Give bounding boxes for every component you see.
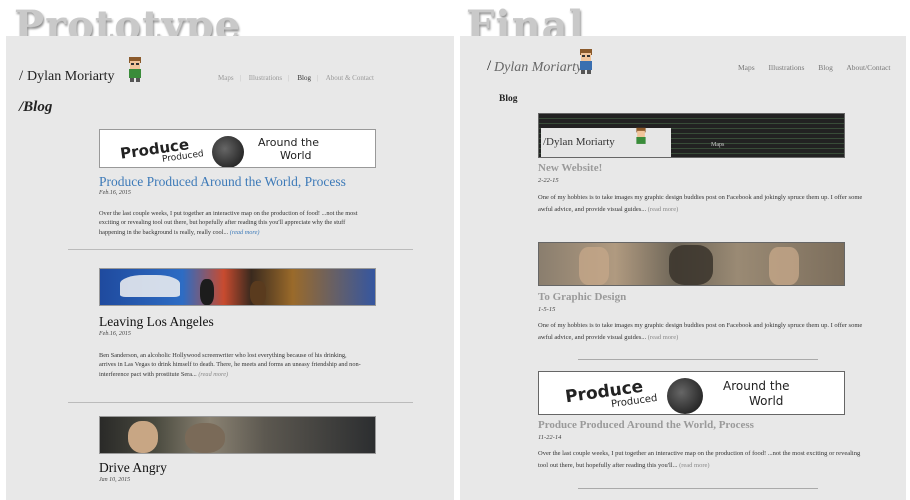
post-title[interactable]: Produce Produced Around the World, Proce… [99,174,346,190]
banner-word: Around the [723,379,790,393]
post-date: 1-5-15 [538,306,556,313]
read-more-link[interactable]: (read more) [198,371,228,378]
nav-about-contact[interactable]: About & Contact [326,74,374,82]
post-date: Feb.16, 2015 [99,190,131,196]
nav-blog[interactable]: Blog [297,74,311,82]
post-date: Feb.16, 2015 [99,331,131,337]
banner-word: World [749,394,784,408]
nav-maps[interactable]: Maps [738,63,755,72]
post-thumbnail-leaving-las-vegas[interactable] [99,268,376,306]
read-more-link[interactable]: (read more) [230,229,260,236]
nav-illustrations[interactable]: Illustrations [769,63,805,72]
post-excerpt: Over the last couple weeks, I put togeth… [99,210,358,236]
nav-blog[interactable]: Blog [818,63,833,72]
post-title[interactable]: Produce Produced Around the World, Proce… [538,419,754,431]
post-thumbnail-drive-angry[interactable] [99,416,376,454]
post-excerpt: One of my hobbies is to take images my g… [538,322,863,341]
nav-maps[interactable]: Maps [218,74,234,82]
post-title[interactable]: Drive Angry [99,460,167,476]
avatar-icon [636,127,646,144]
read-more-link[interactable]: (read more) [679,462,710,469]
globe-icon [667,378,703,414]
read-more-link[interactable]: (read more) [648,334,679,341]
post-title[interactable]: New Website! [538,162,602,174]
post-date: Jan 10, 2015 [99,477,131,483]
post-title[interactable]: Leaving Los Angeles [99,314,214,330]
post-divider [578,488,818,489]
read-more-link[interactable]: (read more) [648,206,679,213]
prototype-panel: / Dylan Moriarty Maps | Illustrations | Bl… [6,36,454,500]
post-divider [68,249,413,250]
final-panel: / Dylan Moriarty Maps Illustrations Blog… [460,36,906,500]
globe-icon [212,136,244,167]
avatar-icon [129,57,141,82]
post-divider [68,402,413,403]
brand-pipe: / [487,58,492,74]
banner-word: Around the [258,136,320,149]
avatar-icon [580,49,592,74]
post-thumbnail-produce[interactable]: Produce Produced Around the World [538,371,845,415]
thumb-brand: /Dylan Moriarty [543,136,615,148]
post-date: 11-22-14 [538,434,562,441]
nav-illustrations[interactable]: Illustrations [249,74,282,82]
post-excerpt: Over the last couple weeks, I put togeth… [538,450,861,469]
main-nav: Maps | Illustrations | Blog | About & Conta… [218,74,374,82]
post-thumbnail-graphic-design[interactable] [538,242,845,286]
post-divider [578,359,818,360]
post-excerpt: One of my hobbies is to take images my g… [538,194,863,213]
nav-about-contact[interactable]: About/Contact [846,63,890,72]
brand-pipe: / [19,68,24,84]
post-title[interactable]: To Graphic Design [538,291,626,303]
page-title: Blog [499,94,518,104]
brand-name[interactable]: Dylan Moriarty [494,60,582,76]
post-thumbnail-produce[interactable]: Produce Produced Around the World [99,129,376,168]
post-thumbnail-new-website[interactable]: /Dylan Moriarty Maps [538,113,845,158]
post-excerpt: Ben Sanderson, an alcoholic Hollywood sc… [99,352,361,378]
brand-name[interactable]: Dylan Moriarty [27,69,114,85]
post-date: 2-22-15 [538,177,559,184]
banner-word: World [280,149,312,162]
page-title: /Blog [19,99,53,115]
thumb-nav: Maps [711,142,725,148]
main-nav: Maps Illustrations Blog About/Contact [738,63,897,72]
